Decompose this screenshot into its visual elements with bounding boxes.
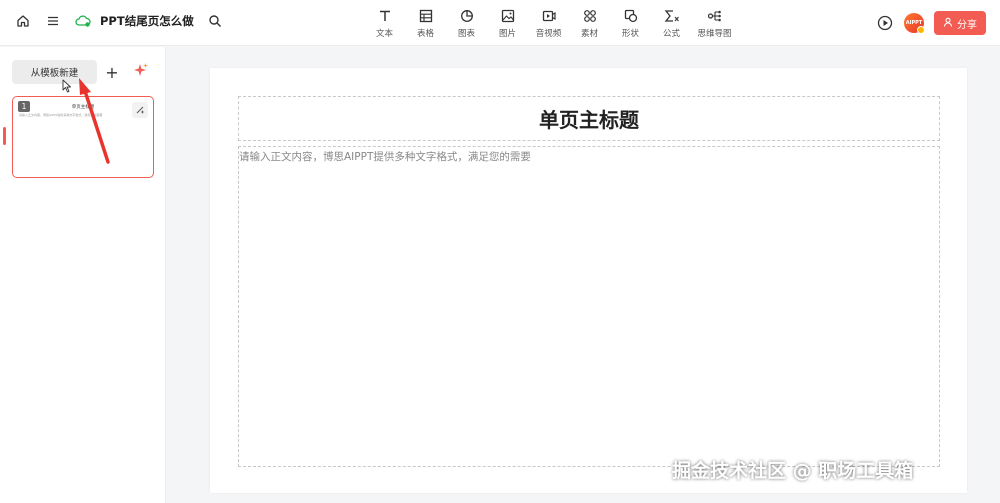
tool-table-label: 表格: [416, 29, 434, 39]
assets-icon: [582, 8, 598, 24]
user-icon: [943, 17, 953, 30]
text-icon: [377, 8, 393, 24]
insert-toolbar: 文本 表格 图表 图片 音视频 素材 形状 公式 思维导图: [364, 8, 737, 39]
tool-image-label: 图片: [498, 29, 516, 39]
cloud-saved-icon: [74, 12, 92, 30]
video-icon: [541, 8, 557, 24]
home-icon[interactable]: [14, 12, 32, 30]
sparkle-icon: [133, 62, 149, 82]
tool-mindmap-label: 思维导图: [697, 29, 732, 39]
slide-body-textbox[interactable]: 请输入正文内容，博思AIPPT提供多种文字格式，满足您的需要: [238, 146, 940, 467]
slide-canvas: 单页主标题 请输入正文内容，博思AIPPT提供多种文字格式，满足您的需要: [210, 68, 967, 493]
ai-sparkle-button[interactable]: [129, 60, 153, 84]
tool-assets-label: 素材: [580, 29, 598, 39]
tool-video[interactable]: 音视频: [528, 8, 569, 39]
formula-icon: [664, 8, 680, 24]
tool-image[interactable]: 图片: [487, 8, 528, 39]
add-slide-button[interactable]: +: [100, 60, 124, 84]
tool-shape[interactable]: 形状: [610, 8, 651, 39]
play-icon[interactable]: [876, 14, 894, 32]
tool-table[interactable]: 表格: [405, 8, 446, 39]
slide-thumbnail-body: 请输入正文内容，博思AIPPT提供多种文字格式，满足您的需要: [19, 113, 103, 117]
tool-chart-label: 图表: [457, 29, 475, 39]
slides-panel: 从模板新建 + 1 单页主标题 请输入正文内容，博思AIPPT提供多种文字格式，…: [0, 47, 166, 503]
menu-icon[interactable]: [44, 12, 62, 30]
toolbar-left: PPT结尾页怎么做: [14, 12, 224, 30]
tool-text[interactable]: 文本: [364, 8, 405, 39]
new-from-template-button[interactable]: 从模板新建: [12, 60, 97, 84]
chart-icon: [459, 8, 475, 24]
top-toolbar: PPT结尾页怎么做 文本 表格 图表 图片 音视频 素材 形状 公式 思维导图 …: [0, 0, 1000, 46]
toolbar-right: AIPPT 分享: [876, 11, 986, 35]
tool-video-label: 音视频: [535, 29, 562, 39]
tool-formula[interactable]: 公式: [651, 8, 692, 39]
slide-ai-icon[interactable]: [132, 102, 148, 118]
slide-thumbnail[interactable]: 1 单页主标题 请输入正文内容，博思AIPPT提供多种文字格式，满足您的需要: [12, 96, 154, 178]
image-icon: [500, 8, 516, 24]
shape-icon: [623, 8, 639, 24]
active-slide-indicator: [3, 127, 6, 145]
document-title[interactable]: PPT结尾页怎么做: [100, 13, 194, 29]
mouse-cursor-icon: [62, 79, 71, 93]
tool-mindmap[interactable]: 思维导图: [692, 8, 737, 39]
tool-formula-label: 公式: [662, 29, 680, 39]
table-icon: [418, 8, 434, 24]
slide-body-placeholder: 请输入正文内容，博思AIPPT提供多种文字格式，满足您的需要: [239, 151, 531, 163]
slide-title-textbox[interactable]: 单页主标题: [238, 96, 940, 141]
watermark: 掘金技术社区 @ 职场工具箱: [672, 460, 914, 482]
share-button[interactable]: 分享: [934, 11, 986, 35]
mindmap-icon: [707, 8, 723, 24]
tool-chart[interactable]: 图表: [446, 8, 487, 39]
tool-text-label: 文本: [375, 29, 393, 39]
tool-assets[interactable]: 素材: [569, 8, 610, 39]
share-label: 分享: [957, 19, 977, 31]
tool-shape-label: 形状: [621, 29, 639, 39]
avatar[interactable]: AIPPT: [904, 13, 925, 34]
search-icon[interactable]: [206, 12, 224, 30]
